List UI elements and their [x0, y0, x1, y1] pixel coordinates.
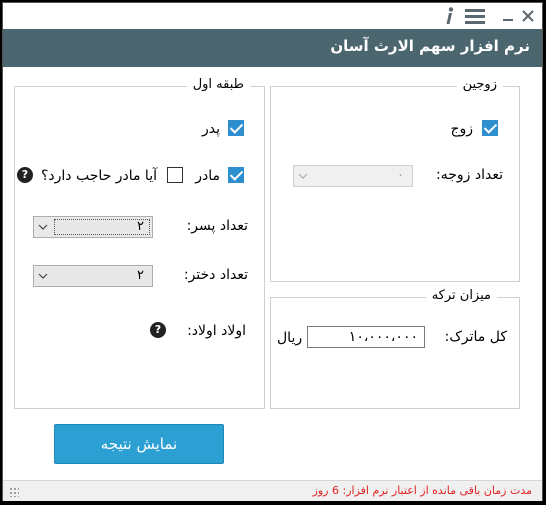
- mother-label: مادر: [195, 168, 220, 184]
- chevron-down-icon: [298, 173, 308, 179]
- estate-total-value: ۱۰،۰۰۰،۰۰۰: [348, 329, 418, 345]
- status-bar: مدت زمان باقی مانده از اعتبار نرم افزار:…: [3, 480, 542, 501]
- spouses-group-title: زوجین: [456, 77, 503, 92]
- mother-hajib-label: آیا مادر حاجب دارد؟: [40, 168, 157, 184]
- grandchildren-label: اولاد اولاد:: [187, 323, 246, 339]
- show-result-button[interactable]: نمایش نتیجه: [54, 424, 224, 464]
- mother-checkbox[interactable]: [228, 167, 244, 183]
- husband-checkbox[interactable]: [482, 120, 498, 136]
- husband-label: زوج: [450, 121, 473, 137]
- daughters-count-value: ۲: [137, 268, 144, 283]
- hamburger-menu-icon[interactable]: [464, 7, 486, 25]
- minimize-icon[interactable]: [500, 7, 516, 25]
- daughters-count-select[interactable]: ۲: [33, 265, 153, 287]
- sons-count-value: ۲: [137, 219, 144, 234]
- estate-total-input[interactable]: ۱۰،۰۰۰،۰۰۰: [307, 326, 425, 348]
- resize-grip-icon[interactable]: [9, 487, 19, 497]
- mother-hajib-checkbox[interactable]: [167, 167, 183, 183]
- wives-count-label: تعداد زوجه:: [436, 167, 503, 183]
- sons-count-select[interactable]: ۲: [33, 216, 153, 238]
- daughters-count-label: تعداد دختر:: [183, 267, 248, 283]
- license-status-text: مدت زمان باقی مانده از اعتبار نرم افزار:…: [312, 484, 532, 497]
- father-label: پدر: [201, 121, 220, 137]
- father-checkbox[interactable]: [228, 120, 244, 136]
- question-help-icon[interactable]: ?: [150, 322, 166, 338]
- chevron-down-icon: [38, 224, 48, 230]
- chevron-down-icon: [38, 273, 48, 279]
- estate-total-label: کل ماترک:: [444, 329, 507, 345]
- estate-group-title: میزان ترکه: [425, 288, 497, 303]
- window-title: نرم افزار سهم الارث آسان: [330, 37, 530, 55]
- estate-group: میزان ترکه کل ماترک: ۱۰،۰۰۰،۰۰۰ ریال: [270, 288, 520, 409]
- currency-label: ریال: [277, 330, 303, 346]
- question-help-icon[interactable]: ?: [17, 167, 33, 183]
- top-toolbar: [3, 3, 542, 29]
- info-icon[interactable]: [441, 7, 457, 25]
- spouses-group: زوجین زوج تعداد زوجه: ۰: [270, 77, 520, 282]
- app-window: نرم افزار سهم الارث آسان زوجین زوج تعداد…: [3, 3, 542, 501]
- title-bar: نرم افزار سهم الارث آسان: [3, 29, 542, 67]
- first-class-group: طبقه اول پدر مادر آیا مادر حاجب دارد؟ ? …: [14, 77, 265, 409]
- sons-count-label: تعداد پسر:: [186, 218, 248, 234]
- close-icon[interactable]: [520, 7, 536, 25]
- wives-count-value: ۰: [397, 168, 404, 183]
- first-class-group-title: طبقه اول: [186, 77, 250, 92]
- wives-count-select[interactable]: ۰: [293, 165, 413, 187]
